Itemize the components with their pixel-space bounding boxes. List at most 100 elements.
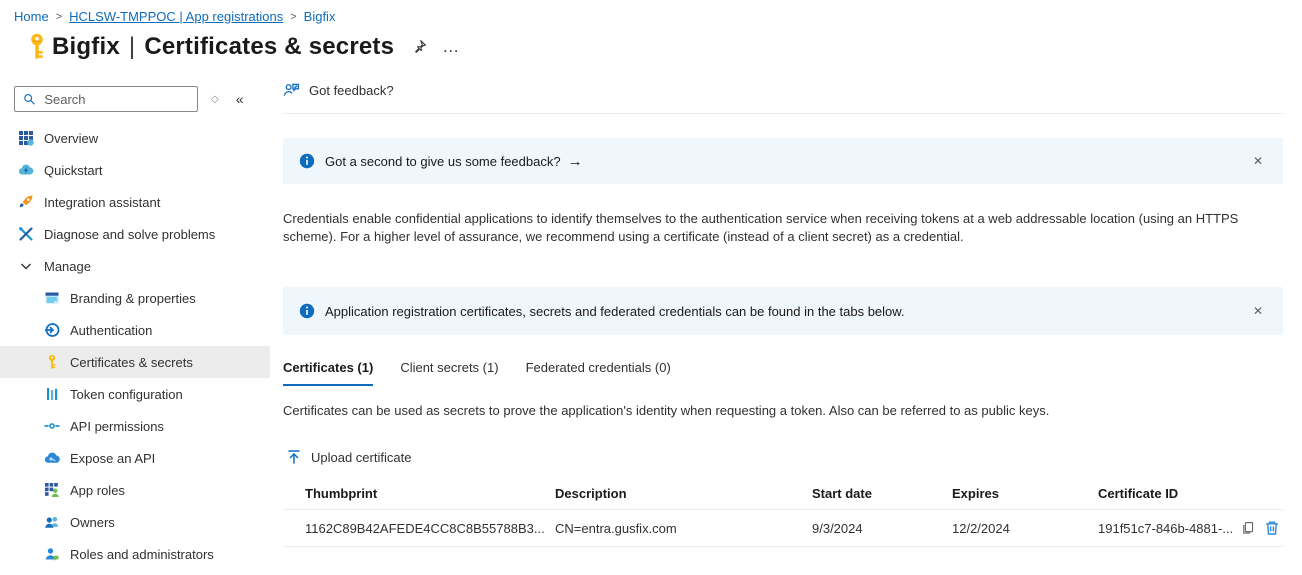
sidebar-item-token-configuration[interactable]: Token configuration bbox=[0, 378, 270, 410]
expose-api-icon bbox=[44, 450, 60, 466]
sidebar-group-label: Manage bbox=[44, 259, 91, 274]
feedback-label[interactable]: Got feedback? bbox=[309, 83, 394, 98]
breadcrumb-separator: > bbox=[290, 11, 296, 23]
roles-administrators-icon bbox=[44, 546, 60, 562]
search-box[interactable] bbox=[14, 86, 198, 112]
cell-description: CN=entra.gusfix.com bbox=[555, 521, 812, 536]
close-icon[interactable]: ✕ bbox=[1249, 302, 1267, 320]
upload-certificate-label: Upload certificate bbox=[311, 450, 411, 465]
arrow-right-icon[interactable]: → bbox=[568, 153, 583, 170]
sidebar-item-label: API permissions bbox=[70, 419, 164, 434]
trash-icon bbox=[1264, 520, 1280, 536]
page-title-section: Certificates & secrets bbox=[144, 33, 394, 60]
page-title-app-name: Bigfix bbox=[52, 33, 120, 60]
tab-bar: Certificates (1) Client secrets (1) Fede… bbox=[283, 360, 1283, 386]
sidebar-nav: Overview Quickstart Integration assistan… bbox=[0, 122, 270, 570]
certificates-tab-description: Certificates can be used as secrets to p… bbox=[283, 403, 1283, 418]
sidebar-item-roles-administrators[interactable]: Roles and administrators bbox=[0, 538, 270, 570]
table-header-row: Thumbprint Description Start date Expire… bbox=[283, 478, 1283, 510]
credentials-description: Credentials enable confidential applicat… bbox=[283, 210, 1253, 245]
sidebar-item-label: Owners bbox=[70, 515, 115, 530]
sidebar-search-row: ◇ « bbox=[14, 86, 270, 112]
upload-certificate-button[interactable]: Upload certificate bbox=[283, 449, 1283, 465]
cell-thumbprint: 1162C89B42AFEDE4CC8C8B55788B3... bbox=[305, 521, 555, 536]
certificate-id-value: 191f51c7-846b-4881-... bbox=[1098, 521, 1233, 536]
branding-icon bbox=[44, 290, 60, 306]
cell-expires: 12/2/2024 bbox=[952, 521, 1098, 536]
column-header-certificate-id: Certificate ID bbox=[1098, 486, 1283, 501]
api-permissions-icon bbox=[44, 418, 60, 434]
sidebar-item-authentication[interactable]: Authentication bbox=[0, 314, 270, 346]
content-row: ◇ « Overview Quickstart bbox=[0, 68, 1302, 570]
sidebar-item-label: Quickstart bbox=[44, 163, 103, 178]
collapse-sidebar-button[interactable]: « bbox=[236, 91, 244, 107]
sidebar-item-app-roles[interactable]: App roles bbox=[0, 474, 270, 506]
feedback-button[interactable] bbox=[283, 82, 300, 99]
integration-assistant-icon bbox=[18, 194, 34, 210]
key-icon bbox=[44, 354, 60, 370]
tab-federated-credentials[interactable]: Federated credentials (0) bbox=[526, 360, 671, 386]
close-icon[interactable]: ✕ bbox=[1249, 152, 1267, 170]
chevron-down-icon bbox=[18, 258, 34, 274]
banner-text: Application registration certificates, s… bbox=[325, 304, 905, 319]
sidebar-item-branding-properties[interactable]: Branding & properties bbox=[0, 282, 270, 314]
sidebar-item-label: App roles bbox=[70, 483, 125, 498]
column-header-description: Description bbox=[555, 486, 812, 501]
cell-certificate-id: 191f51c7-846b-4881-... bbox=[1098, 520, 1283, 536]
copy-icon bbox=[1241, 521, 1255, 535]
feedback-icon bbox=[283, 82, 300, 99]
breadcrumb-separator: > bbox=[56, 11, 62, 23]
breadcrumb-bigfix-link[interactable]: Bigfix bbox=[304, 9, 336, 24]
sidebar-item-label: Certificates & secrets bbox=[70, 355, 193, 370]
titlebar: Bigfix|Certificates & secrets … bbox=[0, 24, 1302, 68]
sidebar-item-label: Token configuration bbox=[70, 387, 183, 402]
table-row[interactable]: 1162C89B42AFEDE4CC8C8B55788B3... CN=entr… bbox=[283, 510, 1283, 547]
copy-button[interactable] bbox=[1241, 521, 1255, 535]
info-icon bbox=[299, 303, 315, 319]
tabs-info-banner: Application registration certificates, s… bbox=[283, 287, 1283, 335]
sidebar: ◇ « Overview Quickstart bbox=[0, 68, 270, 570]
search-icon bbox=[23, 92, 35, 106]
pin-icon bbox=[411, 39, 427, 55]
authentication-icon bbox=[44, 322, 60, 338]
page-title: Bigfix|Certificates & secrets bbox=[52, 33, 394, 61]
tab-certificates[interactable]: Certificates (1) bbox=[283, 360, 373, 386]
sidebar-item-quickstart[interactable]: Quickstart bbox=[0, 154, 270, 186]
more-options-button[interactable]: … bbox=[442, 42, 459, 52]
sidebar-item-integration-assistant[interactable]: Integration assistant bbox=[0, 186, 270, 218]
upload-icon bbox=[286, 449, 302, 465]
breadcrumb: Home > HCLSW-TMPPOC | App registrations … bbox=[0, 0, 1302, 24]
sidebar-group-manage[interactable]: Manage bbox=[0, 250, 270, 282]
sidebar-item-label: Integration assistant bbox=[44, 195, 160, 210]
sidebar-item-expose-api[interactable]: Expose an API bbox=[0, 442, 270, 474]
info-icon bbox=[299, 153, 315, 169]
sidebar-item-owners[interactable]: Owners bbox=[0, 506, 270, 538]
sidebar-item-overview[interactable]: Overview bbox=[0, 122, 270, 154]
overview-icon bbox=[18, 130, 34, 146]
sidebar-item-label: Branding & properties bbox=[70, 291, 196, 306]
sidebar-item-api-permissions[interactable]: API permissions bbox=[0, 410, 270, 442]
pin-button[interactable] bbox=[411, 39, 427, 55]
page-title-separator: | bbox=[120, 33, 144, 60]
search-input[interactable] bbox=[42, 91, 189, 108]
key-icon bbox=[22, 32, 52, 62]
shortcut-hint-icon: ◇ bbox=[211, 94, 219, 105]
token-configuration-icon bbox=[44, 386, 60, 402]
sidebar-item-label: Authentication bbox=[70, 323, 152, 338]
main-content: Got feedback? Got a second to give us so… bbox=[270, 68, 1302, 547]
cell-start-date: 9/3/2024 bbox=[812, 521, 952, 536]
owners-icon bbox=[44, 514, 60, 530]
breadcrumb-home-link[interactable]: Home bbox=[14, 9, 49, 24]
sidebar-item-label: Diagnose and solve problems bbox=[44, 227, 215, 242]
delete-certificate-button[interactable] bbox=[1264, 520, 1280, 536]
quickstart-icon bbox=[18, 162, 34, 178]
sidebar-item-label: Roles and administrators bbox=[70, 547, 214, 562]
breadcrumb-app-registrations-link[interactable]: HCLSW-TMPPOC | App registrations bbox=[69, 9, 283, 24]
app-roles-icon bbox=[44, 482, 60, 498]
column-header-start-date: Start date bbox=[812, 486, 952, 501]
banner-text: Got a second to give us some feedback? bbox=[325, 154, 561, 169]
sidebar-item-diagnose[interactable]: Diagnose and solve problems bbox=[0, 218, 270, 250]
tab-client-secrets[interactable]: Client secrets (1) bbox=[400, 360, 498, 386]
sidebar-item-label: Expose an API bbox=[70, 451, 155, 466]
sidebar-item-certificates-secrets[interactable]: Certificates & secrets bbox=[0, 346, 270, 378]
